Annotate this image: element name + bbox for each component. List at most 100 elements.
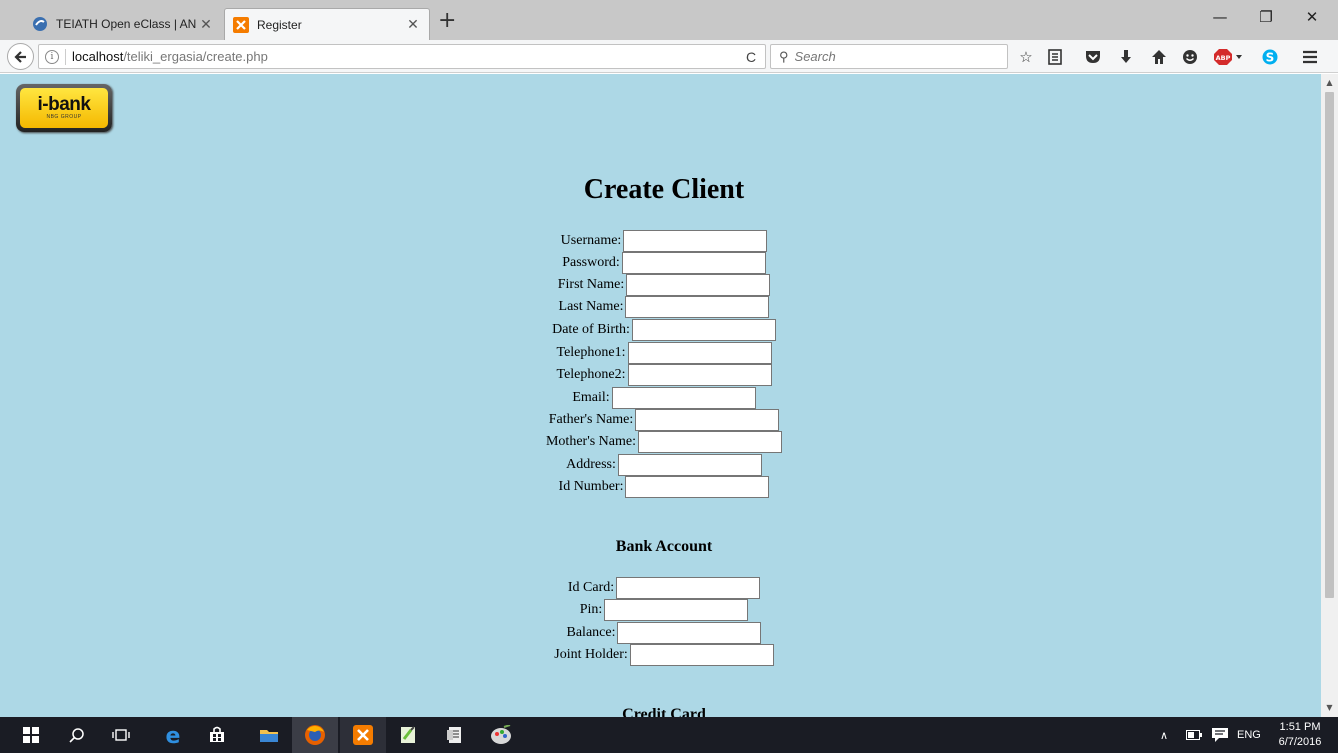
- site-info-icon[interactable]: i: [45, 49, 59, 64]
- windows-taskbar: e ∧ ENG 1:51 PM 6/7/2016: [0, 717, 1338, 753]
- notes-icon[interactable]: [432, 717, 478, 753]
- telephone2-input[interactable]: [627, 364, 772, 386]
- tray-chevron-icon[interactable]: ∧: [1160, 717, 1168, 753]
- bank-account-heading: Bank Account: [615, 538, 713, 555]
- tab-eclass[interactable]: TEIATH Open eClass | AN... ✕: [24, 8, 222, 40]
- clock-date: 6/7/2016: [1278, 736, 1322, 748]
- form-row-id-card: Id Card:: [0, 577, 1321, 599]
- reading-list-icon[interactable]: [1045, 47, 1065, 67]
- skype-icon[interactable]: S: [1260, 47, 1280, 67]
- scroll-up-icon[interactable]: ▲: [1321, 76, 1338, 90]
- battery-icon[interactable]: [1186, 717, 1202, 753]
- email-label: Email:: [572, 390, 610, 405]
- store-icon[interactable]: [194, 717, 240, 753]
- telephone1-input[interactable]: [627, 342, 772, 364]
- form-row-fathers-name: Father's Name:: [0, 409, 1321, 431]
- form-row-id-number: Id Number:: [0, 476, 1321, 498]
- id-card-input[interactable]: [616, 577, 761, 599]
- notepadpp-icon[interactable]: [386, 717, 432, 753]
- nav-bar: i localhost /teliki_ergasia/create.php C…: [0, 40, 1338, 73]
- reload-icon[interactable]: C: [737, 49, 765, 65]
- firefox-icon[interactable]: [292, 717, 338, 753]
- username-label: Username:: [560, 233, 622, 248]
- id-number-input[interactable]: [625, 476, 770, 498]
- logo-badge: i-bank NBG GROUP: [20, 88, 108, 128]
- adblock-icon[interactable]: ABP: [1214, 47, 1244, 67]
- mothers-name-input[interactable]: [638, 431, 782, 453]
- date-of-birth-input[interactable]: [631, 319, 776, 341]
- form-row-date-of-birth: Date of Birth:: [0, 319, 1321, 341]
- action-center-icon[interactable]: [1212, 717, 1228, 753]
- close-tab-icon[interactable]: ✕: [403, 16, 423, 33]
- form-row-balance: Balance:: [0, 622, 1321, 644]
- tab-title: TEIATH Open eClass | AN...: [56, 17, 196, 31]
- edge-icon[interactable]: e: [150, 717, 196, 753]
- scrollbar-thumb[interactable]: [1325, 92, 1334, 598]
- email-input[interactable]: [611, 387, 756, 409]
- joint-holder-input[interactable]: [629, 644, 774, 666]
- id-number-label: Id Number:: [558, 479, 624, 494]
- form-row-telephone2: Telephone2:: [0, 364, 1321, 386]
- search-icon[interactable]: [54, 717, 100, 753]
- balance-input[interactable]: [617, 622, 762, 644]
- tab-register[interactable]: Register ✕: [224, 8, 430, 40]
- page-scrollbar[interactable]: ▲ ▼: [1321, 74, 1338, 717]
- windows-start-icon[interactable]: [8, 717, 54, 753]
- language-indicator[interactable]: ENG: [1237, 717, 1261, 753]
- eclass-icon: [32, 16, 48, 32]
- restore-icon[interactable]: ❐: [1246, 8, 1286, 26]
- url-bar[interactable]: i localhost /teliki_ergasia/create.php C: [38, 44, 766, 69]
- pin-input[interactable]: [604, 599, 749, 621]
- close-tab-icon[interactable]: ✕: [196, 16, 216, 33]
- first-name-input[interactable]: [626, 274, 771, 296]
- star-icon[interactable]: ☆: [1016, 47, 1036, 67]
- username-input[interactable]: [623, 230, 768, 252]
- back-arrow-icon: [13, 50, 26, 63]
- form-row-last-name: Last Name:: [0, 296, 1321, 318]
- fathers-name-input[interactable]: [635, 409, 780, 431]
- form-row-telephone1: Telephone1:: [0, 342, 1321, 364]
- system-clock[interactable]: 1:51 PM 6/7/2016: [1270, 720, 1330, 750]
- new-tab-button[interactable]: +: [438, 10, 456, 32]
- tab-title: Register: [257, 17, 302, 32]
- download-icon[interactable]: [1116, 47, 1136, 67]
- svg-text:e: e: [166, 724, 181, 746]
- form-row-password: Password:: [0, 252, 1321, 274]
- url-host: localhost: [72, 49, 124, 64]
- last-name-label: Last Name:: [558, 299, 624, 314]
- first-name-label: First Name:: [557, 277, 625, 292]
- page-viewport: i-bank NBG GROUP Create Client Username:…: [0, 74, 1321, 717]
- logo-text: i-bank: [37, 94, 91, 115]
- form-row-first-name: First Name:: [0, 274, 1321, 296]
- paint-icon[interactable]: [478, 717, 524, 753]
- menu-icon[interactable]: [1300, 47, 1320, 67]
- pocket-icon[interactable]: [1083, 47, 1103, 67]
- close-window-icon[interactable]: ✕: [1292, 8, 1332, 26]
- url-path: /teliki_ergasia/create.php: [123, 49, 268, 64]
- form-row-joint-holder: Joint Holder:: [0, 644, 1321, 666]
- address-label: Address:: [566, 457, 616, 472]
- password-input[interactable]: [621, 252, 766, 274]
- logo-subtext: NBG GROUP: [46, 114, 82, 120]
- mothers-name-label: Mother's Name:: [545, 434, 636, 449]
- last-name-input[interactable]: [625, 296, 770, 318]
- ibank-logo[interactable]: i-bank NBG GROUP: [16, 84, 112, 132]
- xampp-icon[interactable]: [340, 717, 386, 753]
- svg-text:S: S: [1266, 51, 1275, 65]
- smiley-icon[interactable]: [1180, 47, 1200, 67]
- telephone1-label: Telephone1:: [556, 345, 626, 360]
- date-of-birth-label: Date of Birth:: [552, 322, 630, 337]
- search-bar[interactable]: ⚲ Search: [770, 44, 1008, 69]
- address-input[interactable]: [617, 454, 762, 476]
- id-card-label: Id Card:: [567, 580, 615, 595]
- search-icon: ⚲: [779, 48, 789, 64]
- file-explorer-icon[interactable]: [246, 717, 292, 753]
- back-button[interactable]: [7, 43, 34, 70]
- scroll-down-icon[interactable]: ▼: [1321, 701, 1338, 715]
- form-row-pin: Pin:: [0, 599, 1321, 621]
- task-view-icon[interactable]: [98, 717, 144, 753]
- home-icon[interactable]: [1149, 47, 1169, 67]
- minimize-icon[interactable]: —: [1200, 8, 1240, 26]
- adblock-label: ABP: [1216, 54, 1231, 62]
- credit-card-heading: Credit Card: [622, 706, 706, 717]
